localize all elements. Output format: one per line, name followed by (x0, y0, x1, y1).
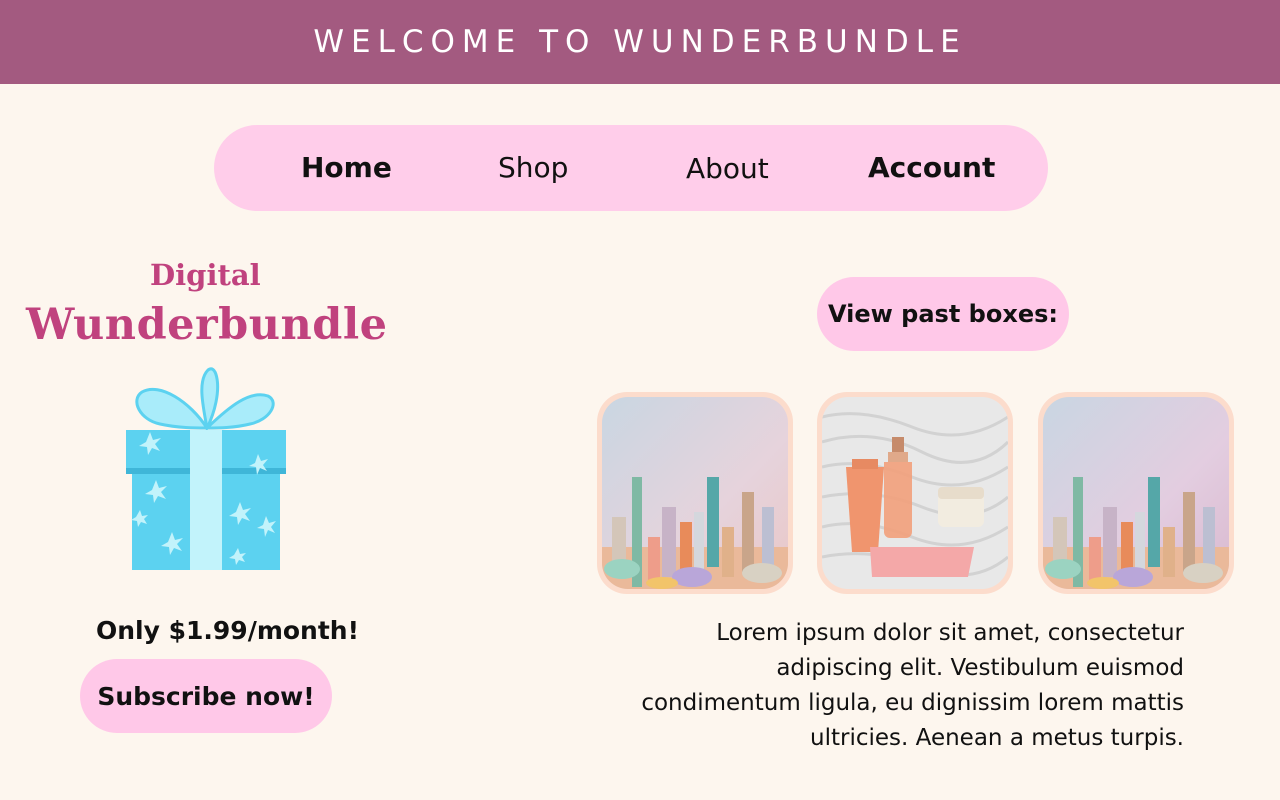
price-text: Only $1.99/month! (96, 616, 360, 645)
past-box-image-2[interactable] (817, 392, 1013, 594)
top-banner: WELCOME TO WUNDERBUNDLE (0, 0, 1280, 84)
subscribe-button[interactable]: Subscribe now! (80, 659, 332, 733)
nav-about-link[interactable]: About (686, 152, 769, 185)
past-box-image-3[interactable] (1038, 392, 1234, 594)
nav-account-link[interactable]: Account (868, 151, 995, 184)
gift-box-icon (120, 362, 294, 574)
banner-title: WELCOME TO WUNDERBUNDLE (313, 24, 967, 60)
nav-shop-link[interactable]: Shop (498, 151, 568, 184)
view-past-boxes-button[interactable]: View past boxes: (817, 277, 1069, 351)
nav-home-link[interactable]: Home (301, 151, 392, 184)
main-nav: Home Shop About Account (214, 125, 1048, 211)
brand-title: Wunderbundle (26, 300, 388, 350)
brand-subtitle: Digital (150, 258, 261, 292)
past-box-image-1[interactable] (597, 392, 793, 594)
description-text: Lorem ipsum dolor sit amet, consectetur … (641, 620, 1184, 751)
